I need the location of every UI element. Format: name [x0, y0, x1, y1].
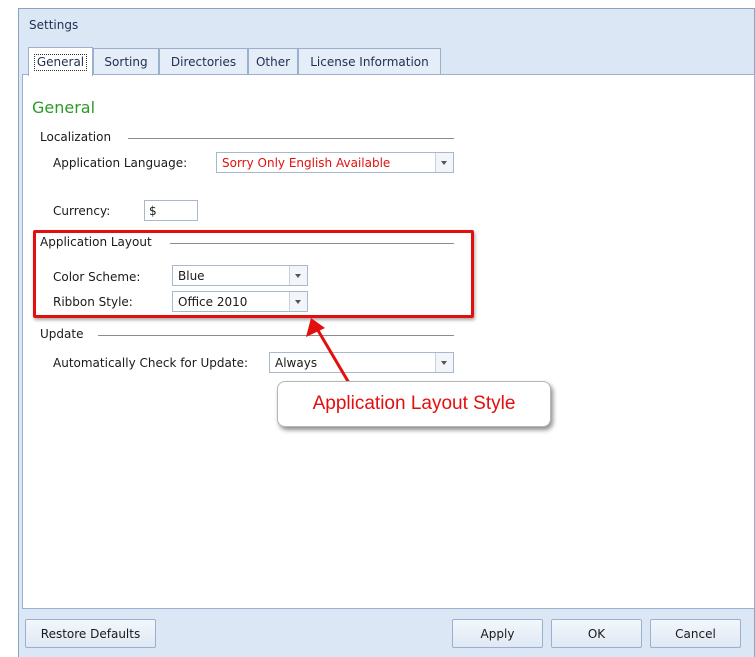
annotation-callout: Application Layout Style	[277, 381, 551, 427]
cancel-label: Cancel	[675, 626, 716, 641]
ok-label: OK	[587, 626, 606, 641]
annotation-callout-text: Application Layout Style	[312, 393, 516, 414]
tab-sorting[interactable]: Sorting	[93, 48, 159, 75]
tab-license-information[interactable]: License Information	[298, 48, 441, 75]
annotation-arrow-icon	[306, 318, 351, 384]
restore-defaults-button[interactable]: Restore Defaults	[25, 619, 156, 648]
general-panel: General Localization Application Languag…	[22, 74, 755, 609]
apply-button[interactable]: Apply	[452, 619, 543, 648]
tab-directories[interactable]: Directories	[159, 48, 248, 75]
tab-general-label: General	[33, 53, 88, 71]
tab-sorting-label: Sorting	[104, 55, 148, 69]
tab-other[interactable]: Other	[248, 48, 298, 75]
ok-button[interactable]: OK	[551, 619, 642, 648]
tab-directories-label: Directories	[170, 55, 237, 69]
tab-general[interactable]: General	[28, 47, 93, 76]
apply-label: Apply	[480, 626, 515, 641]
restore-defaults-label: Restore Defaults	[40, 626, 141, 641]
tab-other-label: Other	[255, 55, 291, 69]
tab-license-information-label: License Information	[310, 55, 429, 69]
button-bar: Restore Defaults Apply OK Cancel	[19, 609, 754, 657]
title-bar: Settings	[19, 9, 754, 43]
window-title: Settings	[29, 18, 79, 32]
settings-window: Settings General Sorting Directories Oth…	[18, 8, 755, 657]
cancel-button[interactable]: Cancel	[650, 619, 741, 648]
